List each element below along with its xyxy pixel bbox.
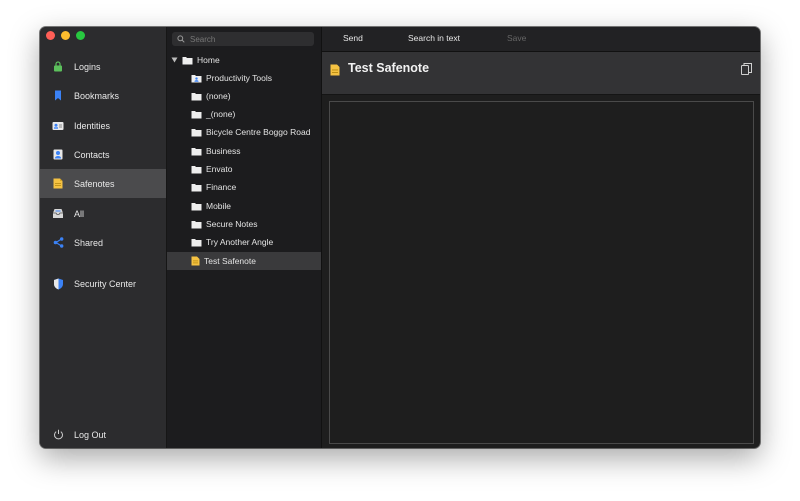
sidebar-item-identities[interactable]: Identities bbox=[40, 111, 166, 140]
inbox-icon bbox=[52, 208, 64, 220]
id-card-icon bbox=[52, 120, 64, 132]
sidebar-item-safenotes[interactable]: Safenotes bbox=[40, 169, 166, 198]
folder-icon bbox=[191, 183, 202, 192]
tree-item-finance[interactable]: Finance bbox=[167, 178, 321, 196]
sidebar-item-label: All bbox=[74, 208, 85, 219]
folder-icon bbox=[191, 147, 202, 156]
tree-item-try-another-angle[interactable]: Try Another Angle bbox=[167, 233, 321, 251]
sidebar-item-label: Identities bbox=[74, 120, 111, 131]
item-list-pane: Home Productivity Tools (none) _(none) B bbox=[167, 27, 322, 448]
send-button[interactable]: Send bbox=[343, 33, 363, 43]
tree-item-label: Try Another Angle bbox=[206, 237, 274, 247]
shared-folder-icon bbox=[191, 74, 202, 83]
sidebar-item-label: Contacts bbox=[74, 149, 110, 160]
tree-item-label: Test Safenote bbox=[204, 256, 256, 266]
tree-item-label: Productivity Tools bbox=[206, 73, 272, 83]
sidebar: Logins Bookmarks Identities Contacts Saf bbox=[40, 27, 167, 448]
search-input[interactable] bbox=[188, 33, 312, 45]
tree-item-mobile[interactable]: Mobile bbox=[167, 197, 321, 215]
tree-item-none[interactable]: (none) bbox=[167, 87, 321, 105]
window-controls bbox=[46, 31, 85, 40]
tree-item-envato[interactable]: Envato bbox=[167, 160, 321, 178]
search-icon bbox=[177, 35, 185, 43]
folder-icon bbox=[191, 202, 202, 211]
tree-item-business[interactable]: Business bbox=[167, 142, 321, 160]
tree-item-test-safenote[interactable]: Test Safenote bbox=[167, 252, 321, 270]
tree-item-bicycle-centre[interactable]: Bicycle Centre Boggo Road bbox=[167, 123, 321, 141]
sidebar-item-label: Logins bbox=[74, 61, 101, 72]
bookmark-icon bbox=[52, 90, 64, 102]
tree-root-home[interactable]: Home bbox=[171, 51, 321, 69]
tree-item-label: Envato bbox=[206, 164, 233, 174]
disclosure-triangle-icon[interactable] bbox=[171, 57, 178, 63]
folder-icon bbox=[191, 165, 202, 174]
save-button[interactable]: Save bbox=[507, 33, 526, 43]
tree-item-label: (none) bbox=[206, 91, 231, 101]
tree-item-underscore-none[interactable]: _(none) bbox=[167, 105, 321, 123]
app-window: Logins Bookmarks Identities Contacts Saf bbox=[40, 27, 760, 448]
folder-icon bbox=[182, 56, 193, 65]
contact-icon bbox=[52, 149, 64, 161]
note-icon bbox=[330, 63, 340, 81]
tree-item-label: Finance bbox=[206, 182, 237, 192]
folder-icon bbox=[191, 220, 202, 229]
zoom-window-button[interactable] bbox=[76, 31, 85, 40]
minimize-window-button[interactable] bbox=[61, 31, 70, 40]
note-content-editor[interactable] bbox=[329, 101, 754, 444]
note-icon bbox=[191, 256, 200, 266]
sidebar-item-shared[interactable]: Shared bbox=[40, 228, 166, 257]
share-icon bbox=[52, 237, 64, 249]
sidebar-item-contacts[interactable]: Contacts bbox=[40, 140, 166, 169]
tree-item-label: Secure Notes bbox=[206, 219, 258, 229]
tree-item-label: Home bbox=[197, 55, 220, 65]
sidebar-item-label: Safenotes bbox=[74, 178, 115, 189]
tree-item-label: Bicycle Centre Boggo Road bbox=[206, 127, 311, 137]
sidebar-item-security-center[interactable]: Security Center bbox=[40, 269, 166, 298]
lock-icon bbox=[52, 61, 64, 73]
sidebar-item-bookmarks[interactable]: Bookmarks bbox=[40, 81, 166, 110]
sidebar-item-label: Shared bbox=[74, 237, 104, 248]
tree-item-label: _(none) bbox=[206, 109, 236, 119]
folder-icon bbox=[191, 238, 202, 247]
search-in-text-button[interactable]: Search in text bbox=[408, 33, 460, 43]
folder-icon bbox=[191, 128, 202, 137]
tree-item-label: Business bbox=[206, 146, 241, 156]
sidebar-item-logins[interactable]: Logins bbox=[40, 52, 166, 81]
power-icon bbox=[52, 429, 64, 441]
folder-icon bbox=[191, 92, 202, 101]
note-title: Test Safenote bbox=[348, 61, 430, 75]
sidebar-item-label: Security Center bbox=[74, 278, 137, 289]
logout-label: Log Out bbox=[74, 429, 107, 440]
tree-item-label: Mobile bbox=[206, 201, 232, 211]
toolbar: Send Search in text Save bbox=[322, 27, 760, 52]
folder-icon bbox=[191, 110, 202, 119]
logout-button[interactable]: Log Out bbox=[40, 420, 166, 448]
search-box bbox=[172, 32, 314, 46]
shield-icon bbox=[52, 278, 64, 290]
sidebar-item-label: Bookmarks bbox=[74, 90, 120, 101]
note-icon bbox=[52, 178, 64, 190]
sidebar-item-all[interactable]: All bbox=[40, 199, 166, 228]
tree-item-productivity-tools[interactable]: Productivity Tools bbox=[167, 69, 321, 87]
note-header: Test Safenote bbox=[322, 52, 760, 95]
close-window-button[interactable] bbox=[46, 31, 55, 40]
copy-icon[interactable] bbox=[741, 62, 752, 80]
tree-item-secure-notes[interactable]: Secure Notes bbox=[167, 215, 321, 233]
